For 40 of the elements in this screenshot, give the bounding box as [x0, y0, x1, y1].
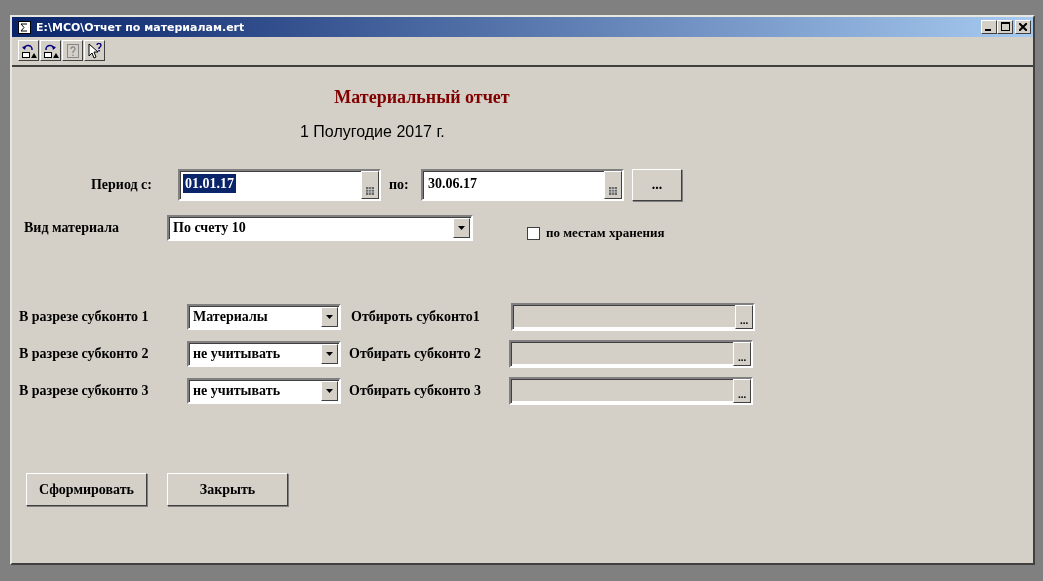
calendar-icon[interactable]	[361, 171, 379, 199]
analytics-label: В разрезе субконто 1	[19, 309, 150, 325]
storage-checkbox[interactable]	[527, 226, 540, 240]
calendar-icon[interactable]	[604, 171, 622, 199]
select-button[interactable]: ...	[733, 342, 751, 366]
close-button[interactable]	[1015, 20, 1031, 34]
minimize-button[interactable]	[981, 20, 997, 34]
generate-button[interactable]: Сформировать	[26, 473, 147, 506]
pointer-help-button[interactable]	[84, 40, 105, 61]
close-form-button[interactable]: Закрыть	[167, 473, 288, 506]
filter-label: Отбирать субконто 3	[349, 383, 483, 399]
period-to-label: по:	[389, 177, 410, 193]
maximize-button[interactable]	[997, 20, 1013, 34]
analytics-label: В разрезе субконто 2	[19, 346, 150, 362]
analytics-dropdown[interactable]: Материалы	[187, 304, 341, 330]
window-title: E:\МСО\Отчет по материалам.ert	[36, 20, 246, 34]
material-label: Вид материала	[24, 220, 120, 236]
period-select-button[interactable]: ...	[632, 169, 682, 201]
date-from-field[interactable]: 01.01.17	[178, 169, 381, 201]
checkbox-label: по местам хранения	[546, 225, 665, 241]
material-dropdown[interactable]: По счету 10	[167, 215, 473, 241]
select-button[interactable]: ...	[735, 305, 753, 329]
period-from-label: Период с:	[90, 177, 152, 193]
maximize-icon	[1000, 22, 1010, 31]
analytics-dropdown[interactable]: не учитывать	[187, 341, 341, 367]
filter-field[interactable]: ...	[511, 303, 755, 331]
undo-button[interactable]	[18, 40, 39, 61]
analytics-dropdown[interactable]: не учитывать	[187, 378, 341, 404]
redo-button[interactable]	[40, 40, 61, 61]
report-heading: Материальный отчет	[333, 87, 511, 108]
analytics-label: В разрезе субконто 3	[19, 383, 150, 399]
filter-label: Отбироть субконто1	[351, 309, 481, 325]
sigma-icon	[18, 20, 31, 34]
filter-label: Отбирать субконто 2	[349, 346, 483, 362]
report-period-text: 1 Полугодие 2017 г.	[300, 123, 446, 141]
date-to-field[interactable]: 30.06.17	[421, 169, 624, 201]
filter-field[interactable]: ...	[509, 340, 753, 368]
close-icon	[1019, 23, 1027, 31]
filter-field[interactable]: ...	[509, 377, 753, 405]
select-button[interactable]: ...	[733, 379, 751, 403]
